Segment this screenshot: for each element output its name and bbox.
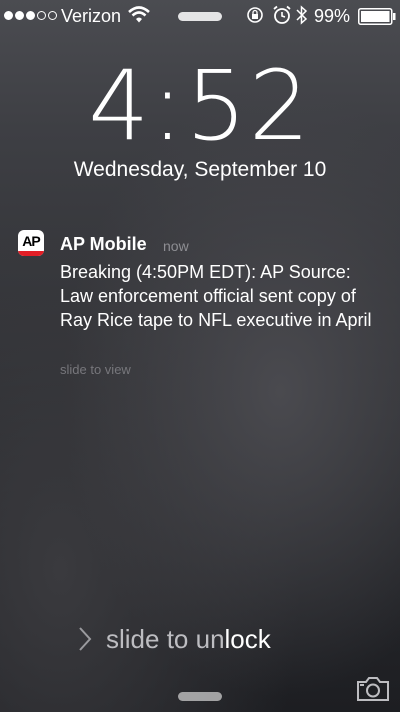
status-pill [178, 12, 222, 21]
lock-screen-date: Wednesday, September 10 [73, 158, 327, 181]
lock-screen-time: 4:52 [88, 50, 312, 162]
control-center-grabber[interactable] [178, 692, 222, 701]
slide-to-view-hint[interactable]: slide to view [60, 362, 131, 377]
unlock-label-start: slide to un [106, 623, 225, 654]
notification-time: now [163, 238, 189, 254]
status-bar: Verizon 99% [0, 0, 400, 34]
alarm-icon [273, 5, 291, 24]
unlock-label-end: lock [224, 623, 271, 654]
carrier-name: Verizon [61, 6, 122, 26]
battery-percentage: 99% [314, 6, 351, 26]
rotation-lock-icon [247, 7, 263, 23]
wifi-icon [128, 6, 150, 23]
notification-app-name: AP Mobile [60, 234, 147, 254]
battery-icon [358, 8, 396, 25]
ap-app-icon: AP [18, 230, 44, 256]
bluetooth-icon [296, 5, 308, 25]
chevron-right-icon [79, 627, 92, 651]
camera-icon[interactable] [356, 676, 390, 702]
notification-body: Breaking (4:50PM EDT): AP Source: Law en… [60, 262, 372, 330]
ap-logo-text: AP [22, 233, 40, 249]
signal-strength-icon [4, 11, 57, 20]
slide-to-unlock[interactable]: slide to un lock [78, 622, 271, 656]
